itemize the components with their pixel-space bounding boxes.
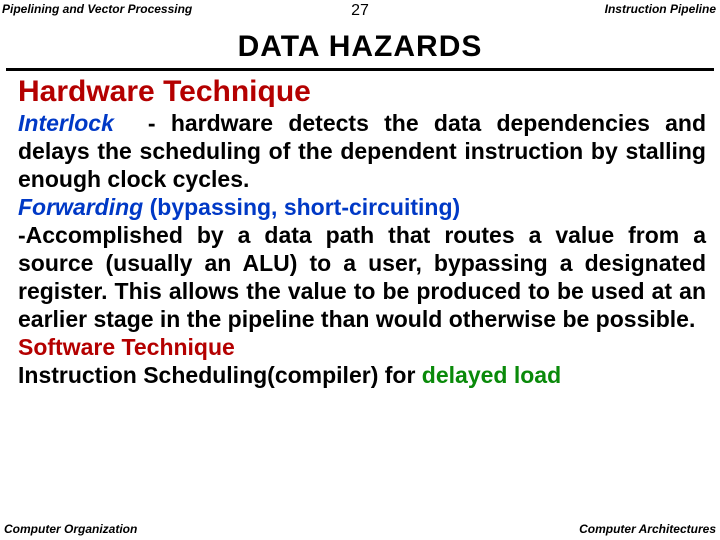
header-left: Pipelining and Vector Processing [2,2,192,16]
header-right: Instruction Pipeline [605,2,716,16]
section-heading-hardware: Hardware Technique [18,75,720,109]
slide-title: DATA HAZARDS [0,30,720,64]
p1-line1: hardware detects the data [171,110,481,136]
footer-left: Computer Organization [4,522,137,536]
keyword-interlock: Interlock [18,110,114,136]
p2-body: -Accomplished by a data path that routes… [18,222,706,332]
slide: Pipelining and Vector Processing 27 Inst… [0,0,720,540]
keyword-delayed-load: delayed load [422,362,561,388]
footer-right: Computer Architectures [579,522,716,536]
page-number: 27 [351,2,369,20]
p3-lead: Instruction Scheduling(compiler) for [18,362,422,388]
dash: - [148,110,156,136]
section-heading-software: Software Technique [18,334,235,360]
keyword-forwarding: Forwarding [18,194,143,220]
forwarding-paren: (bypassing, short-circuiting) [143,194,460,220]
header-row: Pipelining and Vector Processing 27 Inst… [0,0,720,16]
body-text: Interlock- hardware detects the data dep… [0,109,720,389]
title-rule [6,68,714,71]
footer: Computer Organization Computer Architect… [4,522,716,536]
